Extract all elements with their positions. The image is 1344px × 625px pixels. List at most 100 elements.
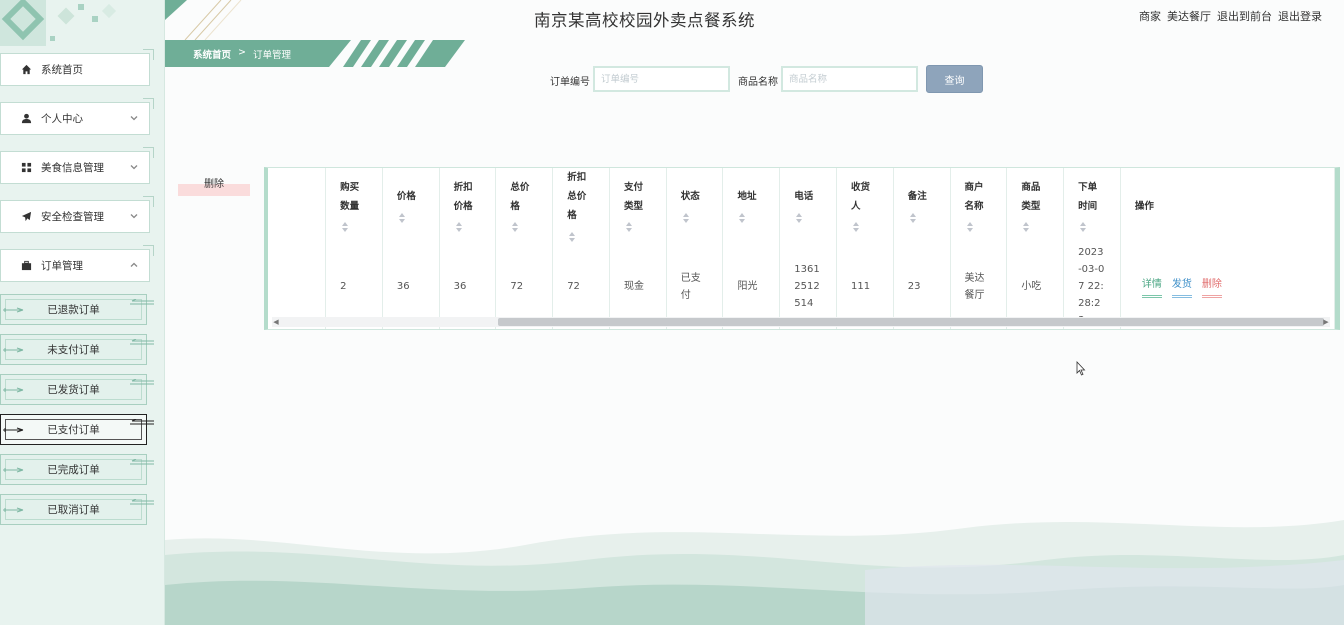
logout-link[interactable]: 退出登录 xyxy=(1278,8,1322,24)
column-header-address[interactable]: 地址 xyxy=(722,168,781,244)
submenu-label: 已支付订单 xyxy=(47,424,100,436)
column-header-label: 下单 xyxy=(1078,181,1098,193)
column-header-label: 折扣 xyxy=(453,181,473,193)
column-header-merchant[interactable]: 商户 名称 xyxy=(950,168,1008,244)
sort-icon[interactable] xyxy=(796,211,803,223)
column-header-label: 收货 xyxy=(851,181,871,193)
search-button[interactable]: 查询 xyxy=(926,65,983,93)
background-waves xyxy=(165,520,1344,625)
scroll-left-icon[interactable]: ◀ xyxy=(272,318,280,326)
sidebar-item-label: 订单管理 xyxy=(41,260,83,272)
column-header-label: 总价 xyxy=(567,191,587,202)
sidebar-item-label: 个人中心 xyxy=(41,113,83,125)
sort-icon[interactable] xyxy=(909,211,916,223)
column-header-price[interactable]: 价格 xyxy=(382,168,440,244)
order-no-input[interactable] xyxy=(593,66,730,92)
column-header-label: 类型 xyxy=(1021,200,1041,212)
column-header-status[interactable]: 状态 xyxy=(666,168,724,244)
column-header-note[interactable]: 备注 xyxy=(893,168,951,244)
arrow-decoration xyxy=(3,467,24,473)
breadcrumb-home[interactable]: 系统首页 xyxy=(193,47,231,61)
submenu-label: 已退款订单 xyxy=(47,304,100,316)
sort-icon[interactable] xyxy=(398,211,405,223)
column-header-category[interactable]: 商品 类型 xyxy=(1006,168,1065,244)
exit-to-front-link[interactable]: 退出到前台 xyxy=(1217,8,1272,24)
arrow-decoration xyxy=(3,507,24,513)
chevron-down-icon xyxy=(129,162,139,172)
logo-decoration xyxy=(0,0,117,46)
submenu-shipped-orders[interactable]: 已发货订单 xyxy=(0,374,154,405)
chevron-up-icon xyxy=(129,260,139,270)
sidebar-item-safety[interactable]: 安全检查管理 xyxy=(0,196,154,233)
sort-icon[interactable] xyxy=(853,220,860,232)
merchant-name: 美达餐厅 xyxy=(1167,10,1211,23)
sort-icon[interactable] xyxy=(342,220,349,232)
send-icon xyxy=(19,210,33,224)
column-header-qty[interactable]: 购买 数量 xyxy=(325,168,383,244)
sidebar-item-home[interactable]: 系统首页 xyxy=(0,49,154,86)
chevron-down-icon xyxy=(129,211,139,221)
select-column-header xyxy=(268,168,327,244)
submenu-unpaid-orders[interactable]: 未支付订单 xyxy=(0,334,154,365)
arrow-decoration xyxy=(130,379,154,385)
sort-icon[interactable] xyxy=(966,220,973,232)
role-label: 商家 xyxy=(1139,10,1161,23)
arrow-decoration xyxy=(3,387,24,393)
arrow-decoration xyxy=(3,427,24,433)
column-header-phone[interactable]: 电话 xyxy=(779,168,838,244)
ship-button[interactable]: 发货 xyxy=(1171,276,1192,298)
header-decoration xyxy=(165,0,242,40)
detail-button[interactable]: 详情 xyxy=(1141,276,1162,298)
sort-icon[interactable] xyxy=(455,220,462,232)
sort-icon[interactable] xyxy=(682,211,689,223)
page-title: 南京某高校校园外卖点餐系统 xyxy=(534,11,755,30)
arrow-decoration xyxy=(130,339,154,345)
horizontal-scrollbar[interactable]: ◀ ▶ xyxy=(272,317,1330,327)
column-header-pay-type[interactable]: 支付 类型 xyxy=(609,168,667,244)
sort-icon[interactable] xyxy=(1080,220,1087,232)
submenu-cancelled-orders[interactable]: 已取消订单 xyxy=(0,494,154,525)
sidebar-item-label: 安全检查管理 xyxy=(41,211,104,223)
sort-icon[interactable] xyxy=(739,211,746,223)
scrollbar-thumb[interactable] xyxy=(498,318,1324,326)
sidebar-item-orders[interactable]: 订单管理 xyxy=(0,245,154,282)
sidebar-item-food[interactable]: 美食信息管理 xyxy=(0,147,154,184)
sort-icon[interactable] xyxy=(1023,220,1030,232)
submenu-refunded-orders[interactable]: 已退款订单 xyxy=(0,294,154,325)
grid-icon xyxy=(19,161,33,175)
submenu-label: 已发货订单 xyxy=(47,384,100,396)
column-header-order-time[interactable]: 下单 时间 xyxy=(1063,168,1121,244)
sort-icon[interactable] xyxy=(569,230,576,242)
column-header-label: 价格 xyxy=(453,200,473,212)
sort-icon[interactable] xyxy=(512,220,519,232)
column-header-discount-price[interactable]: 折扣 价格 xyxy=(439,168,497,244)
product-name-label: 商品名称 xyxy=(738,77,778,88)
breadcrumb-current: 订单管理 xyxy=(252,50,291,61)
sort-icon[interactable] xyxy=(625,220,632,232)
table-header-row: 购买 数量 价格 折扣 价格 总价格折扣 总价格支付 类型 状态 地址 电话 收货人备注 商户 名称 商品类… xyxy=(268,168,1336,244)
column-header-ops: 操作 xyxy=(1120,168,1336,244)
delete-row-button[interactable]: 删除 xyxy=(1201,276,1222,298)
arrow-decoration xyxy=(130,459,154,465)
column-header-label: 备注 xyxy=(907,191,927,202)
column-header-label: 时间 xyxy=(1078,200,1098,212)
order-no-label: 订单编号 xyxy=(550,77,590,88)
column-header-label: 总价 xyxy=(510,181,530,193)
sidebar: 系统首页 个人中心 美食信息管理 安全检查管理 订单管理 已退款订单 未支付订单… xyxy=(0,0,165,625)
column-header-label: 价格 xyxy=(396,191,416,202)
arrow-decoration xyxy=(130,419,154,425)
column-header-discount-total[interactable]: 折扣 总价格 xyxy=(552,168,610,244)
column-header-receiver[interactable]: 收货人 xyxy=(836,168,894,244)
submenu-paid-orders[interactable]: 已支付订单 xyxy=(0,414,154,445)
scroll-right-icon[interactable]: ▶ xyxy=(1322,318,1330,326)
column-header-total[interactable]: 总价格 xyxy=(495,168,554,244)
product-name-input[interactable] xyxy=(781,66,918,92)
column-header-label: 状态 xyxy=(680,191,700,202)
batch-delete-button[interactable]: 删除 xyxy=(178,174,250,196)
submenu-label: 已完成订单 xyxy=(47,464,100,476)
sidebar-item-profile[interactable]: 个人中心 xyxy=(0,98,154,135)
column-header-label: 商品 xyxy=(1021,181,1041,193)
sidebar-item-label: 系统首页 xyxy=(41,64,83,76)
column-header-label: 电话 xyxy=(794,191,814,202)
submenu-completed-orders[interactable]: 已完成订单 xyxy=(0,454,154,485)
